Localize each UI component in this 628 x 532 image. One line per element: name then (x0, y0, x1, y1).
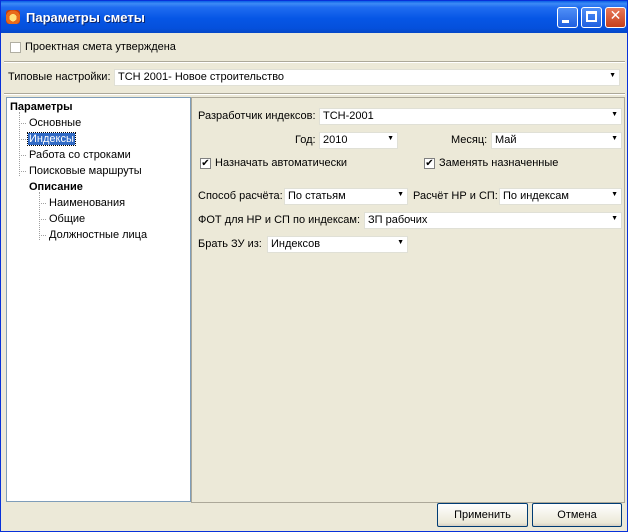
button-bar: Применить Отмена (4, 499, 625, 529)
tree-item-basic[interactable]: Основные (29, 117, 81, 129)
nr-sp-select[interactable]: По индексам ▼ (499, 188, 622, 205)
developer-select[interactable]: ТСН-2001 ▼ (319, 108, 622, 125)
minimize-icon (562, 20, 569, 23)
month-label: Месяц: (451, 134, 488, 146)
tree-line (39, 192, 40, 240)
approved-checkbox[interactable] (10, 42, 21, 53)
check-icon: ✔ (425, 158, 434, 169)
preset-label: Типовые настройки: (8, 71, 111, 83)
tree-item-names[interactable]: Наименования (49, 197, 125, 209)
apply-button[interactable]: Применить (437, 503, 528, 527)
tree-line (19, 171, 26, 172)
fot-label: ФОТ для НР и СП по индексам: (198, 214, 361, 226)
tree-line (19, 112, 20, 176)
tree-item-officials[interactable]: Должностные лица (49, 229, 147, 241)
maximize-icon (586, 11, 597, 22)
tree-line (19, 123, 26, 124)
app-icon (6, 10, 20, 24)
minimize-button[interactable] (557, 7, 578, 28)
year-label: Год: (295, 134, 316, 146)
separator (4, 61, 625, 63)
calc-method-select[interactable]: По статьям ▼ (284, 188, 408, 205)
calc-method-value: По статьям (288, 190, 346, 202)
chevron-down-icon: ▼ (609, 72, 616, 79)
tree-item-rows[interactable]: Работа со строками (29, 149, 131, 161)
tree-item-general[interactable]: Общие (49, 213, 85, 225)
tree-item-indices[interactable]: Индексы (27, 132, 76, 146)
calc-method-label: Способ расчёта: (198, 190, 283, 202)
tree-line (19, 139, 26, 140)
chevron-down-icon: ▼ (387, 135, 394, 142)
preset-value: ТСН 2001- Новое строительство (118, 71, 285, 83)
month-select[interactable]: Май ▼ (491, 132, 622, 149)
zu-select[interactable]: Индексов ▼ (267, 236, 408, 253)
title-bar[interactable]: Параметры сметы ✕ (1, 1, 627, 33)
approved-checkbox-label: Проектная смета утверждена (25, 41, 176, 53)
auto-assign-label: Назначать автоматически (215, 157, 348, 169)
tree-item-description[interactable]: Описание (29, 181, 83, 193)
developer-value: ТСН-2001 (323, 110, 374, 122)
check-icon: ✔ (201, 158, 210, 169)
chevron-down-icon: ▼ (611, 191, 618, 198)
tree-line (39, 203, 46, 204)
tree-item-parameters[interactable]: Параметры (10, 101, 72, 113)
zu-label: Брать ЗУ из: (198, 238, 262, 250)
close-button[interactable]: ✕ (605, 7, 626, 28)
indices-panel: Разработчик индексов: ТСН-2001 ▼ Год: 20… (191, 97, 625, 503)
settings-tree[interactable]: Параметры Основные Индексы Работа со стр… (6, 97, 191, 502)
fot-select[interactable]: ЗП рабочих ▼ (364, 212, 622, 229)
tree-item-search-routes[interactable]: Поисковые маршруты (29, 165, 142, 177)
chevron-down-icon: ▼ (397, 239, 404, 246)
preset-select[interactable]: ТСН 2001- Новое строительство ▼ (114, 69, 620, 86)
maximize-button[interactable] (581, 7, 602, 28)
developer-label: Разработчик индексов: (198, 110, 316, 122)
nr-sp-label: Расчёт НР и СП: (413, 190, 498, 202)
fot-value: ЗП рабочих (368, 214, 428, 226)
chevron-down-icon: ▼ (611, 135, 618, 142)
chevron-down-icon: ▼ (611, 111, 618, 118)
zu-value: Индексов (271, 238, 321, 250)
year-select[interactable]: 2010 ▼ (319, 132, 398, 149)
tree-line (39, 235, 46, 236)
close-icon: ✕ (609, 7, 622, 23)
tree-line (19, 155, 26, 156)
window-title: Параметры сметы (26, 10, 145, 25)
nr-sp-value: По индексам (503, 190, 569, 202)
dialog-window: Параметры сметы ✕ Проектная смета утверж… (0, 0, 628, 532)
chevron-down-icon: ▼ (611, 215, 618, 222)
chevron-down-icon: ▼ (397, 191, 404, 198)
separator (4, 93, 625, 95)
auto-assign-checkbox[interactable]: ✔ (200, 158, 211, 169)
year-value: 2010 (323, 134, 348, 146)
replace-assigned-checkbox[interactable]: ✔ (424, 158, 435, 169)
replace-assigned-label: Заменять назначенные (439, 157, 559, 169)
cancel-button[interactable]: Отмена (532, 503, 622, 527)
tree-line (39, 219, 46, 220)
month-value: Май (495, 134, 517, 146)
dialog-client: Проектная смета утверждена Типовые настр… (4, 33, 625, 529)
